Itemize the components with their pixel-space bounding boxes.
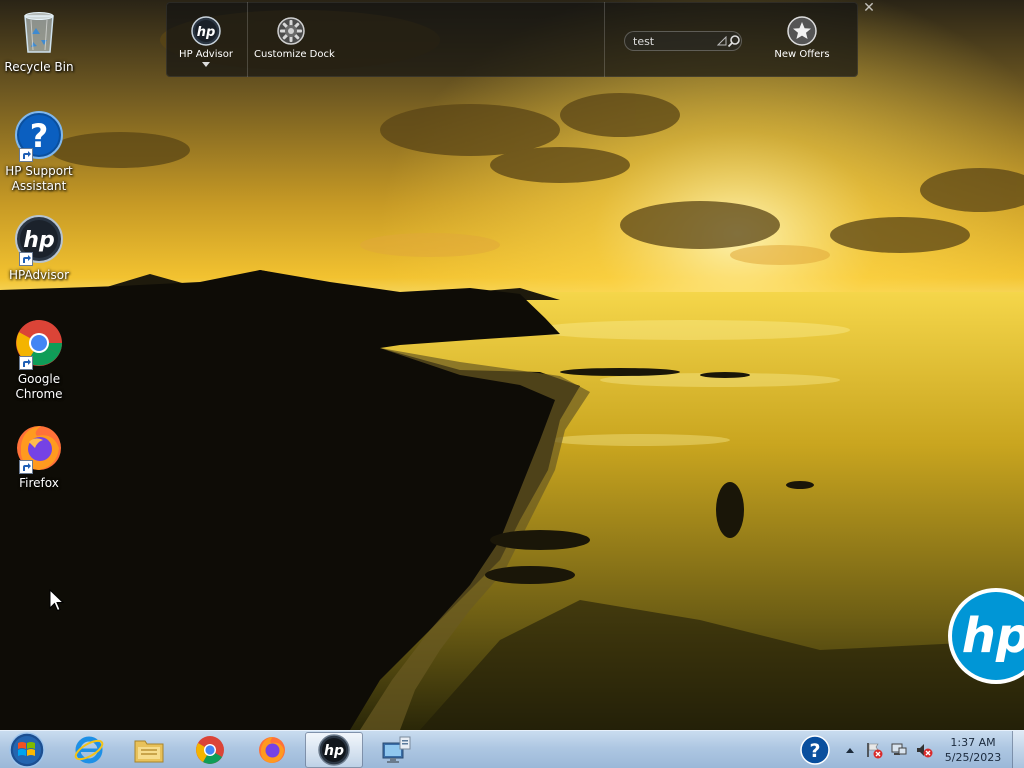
desktop-icon-recycle-bin[interactable]: Recycle Bin xyxy=(2,6,76,75)
dock-hp-advisor-button[interactable]: hp HP Advisor xyxy=(176,16,236,67)
shortcut-arrow-icon xyxy=(19,148,33,162)
chevron-down-icon[interactable] xyxy=(202,62,210,67)
mouse-cursor-icon xyxy=(49,589,65,612)
dock-separator xyxy=(247,2,248,77)
taskbar-firefox[interactable] xyxy=(243,732,301,768)
hp-logo-icon: hp xyxy=(191,16,221,46)
network-status-icon xyxy=(891,743,907,755)
clock-time: 1:37 AM xyxy=(950,736,996,749)
dock-close-icon[interactable]: ✕ xyxy=(862,1,876,15)
tray-action-center[interactable] xyxy=(864,731,884,768)
gear-icon xyxy=(277,17,305,45)
svg-text:?: ? xyxy=(809,740,820,762)
action-center-flag-icon xyxy=(867,743,883,759)
hp-advisor-icon: hp xyxy=(318,734,350,766)
dock-hp-advisor-label: HP Advisor xyxy=(179,49,233,60)
shortcut-arrow-icon xyxy=(19,460,33,474)
taskbar-network-setup[interactable] xyxy=(367,732,425,768)
network-setup-icon xyxy=(382,736,411,763)
hp-support-assistant-icon: ? xyxy=(13,110,65,162)
dock-customize-label: Customize Dock xyxy=(254,49,335,60)
tray-hp-support-assistant[interactable]: ? xyxy=(798,731,832,768)
start-button[interactable] xyxy=(7,732,47,768)
firefox-icon xyxy=(13,422,65,474)
desktop-icon-hpadvisor[interactable]: hp HPAdvisor xyxy=(2,214,76,283)
chrome-icon xyxy=(196,736,224,764)
recycle-bin-icon xyxy=(13,6,65,58)
taskbar-internet-explorer[interactable] xyxy=(60,732,118,768)
taskbar-chrome[interactable] xyxy=(181,732,239,768)
desktop-icon-label: Firefox xyxy=(19,476,59,490)
dropdown-triangle-icon[interactable] xyxy=(717,36,727,46)
file-explorer-icon xyxy=(134,740,164,763)
svg-text:hp: hp xyxy=(962,608,1024,664)
tray-show-hidden-icons[interactable] xyxy=(842,731,858,768)
dock-new-offers-button[interactable]: New Offers xyxy=(770,16,834,60)
chevron-up-icon xyxy=(846,748,854,753)
taskbar-file-explorer[interactable] xyxy=(120,732,178,768)
taskbar-clock[interactable]: 1:37 AM 5/25/2023 xyxy=(944,735,1002,765)
internet-explorer-icon xyxy=(74,736,104,764)
volume-muted-icon xyxy=(917,744,933,758)
desktop-icon-label: HP Support Assistant xyxy=(5,164,73,193)
hp-support-assistant-icon: ? xyxy=(800,735,830,765)
desktop-icon-label: HPAdvisor xyxy=(8,268,70,282)
show-desktop-button[interactable] xyxy=(1012,731,1024,768)
desktop-icon-firefox[interactable]: Firefox xyxy=(2,422,76,491)
desktop-wallpaper xyxy=(0,0,1024,730)
svg-text:hp: hp xyxy=(197,25,216,40)
hp-watermark-logo: hp xyxy=(948,588,1024,684)
search-icon[interactable] xyxy=(727,34,741,48)
tray-network[interactable] xyxy=(888,731,910,768)
star-icon xyxy=(787,16,817,46)
shortcut-arrow-icon xyxy=(19,356,33,370)
svg-text:hp: hp xyxy=(23,228,54,253)
dock-search-box[interactable] xyxy=(624,31,742,51)
dock-separator xyxy=(604,2,605,77)
taskbar-hp-advisor[interactable]: hp xyxy=(305,732,363,768)
shortcut-arrow-icon xyxy=(19,252,33,266)
hp-advisor-icon: hp xyxy=(13,214,65,266)
svg-text:hp: hp xyxy=(324,743,344,759)
desktop-icon-label: Recycle Bin xyxy=(4,60,74,74)
desktop-icon-label: Google Chrome xyxy=(15,372,63,401)
desktop-icon-google-chrome[interactable]: Google Chrome xyxy=(2,318,76,402)
clock-date: 5/25/2023 xyxy=(944,751,1002,764)
dock-customize-button[interactable]: Customize Dock xyxy=(254,16,335,60)
firefox-icon xyxy=(259,737,285,763)
desktop-icon-hp-support-assistant[interactable]: ? HP Support Assistant xyxy=(2,110,76,194)
chrome-icon xyxy=(13,318,65,370)
dock-search-input[interactable] xyxy=(633,34,715,49)
taskbar: hp ? 1:37 AM 5/25/2023 xyxy=(0,730,1024,768)
tray-volume[interactable] xyxy=(913,731,935,768)
dock-new-offers-label: New Offers xyxy=(774,49,830,60)
hp-advisor-dock: hp HP Advisor Customize Dock test New Of… xyxy=(166,1,875,77)
